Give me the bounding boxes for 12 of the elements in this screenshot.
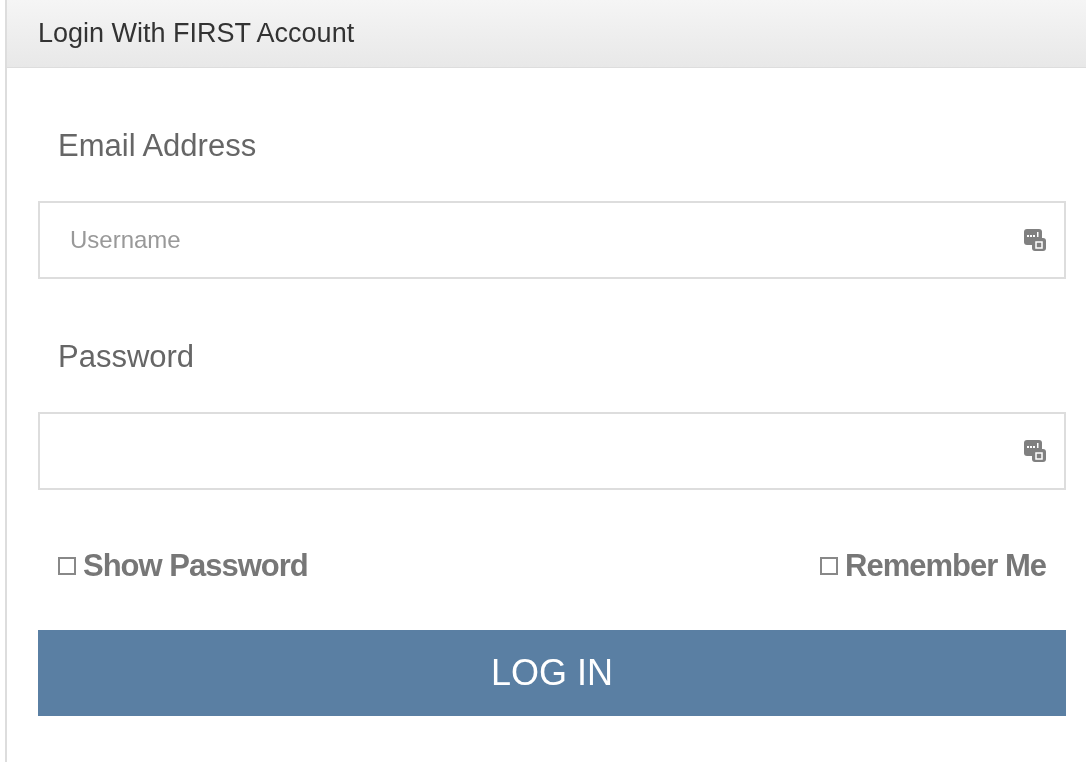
input-field[interactable]: Username (38, 201, 1066, 279)
login-button[interactable]: LOG IN (38, 630, 1066, 716)
checkbox-label[interactable]: Show Password (83, 548, 308, 584)
field-label: Email Address (58, 128, 258, 164)
panel-title: Login With FIRST Account (38, 18, 355, 49)
input-field[interactable] (38, 412, 1066, 490)
checkbox[interactable] (820, 557, 839, 575)
keypad-icon[interactable] (1024, 440, 1046, 462)
checkbox[interactable] (58, 557, 76, 575)
field-label: Password (58, 339, 196, 375)
keypad-icon[interactable] (1024, 229, 1046, 251)
checkbox-label[interactable]: Remember Me (845, 548, 1046, 584)
